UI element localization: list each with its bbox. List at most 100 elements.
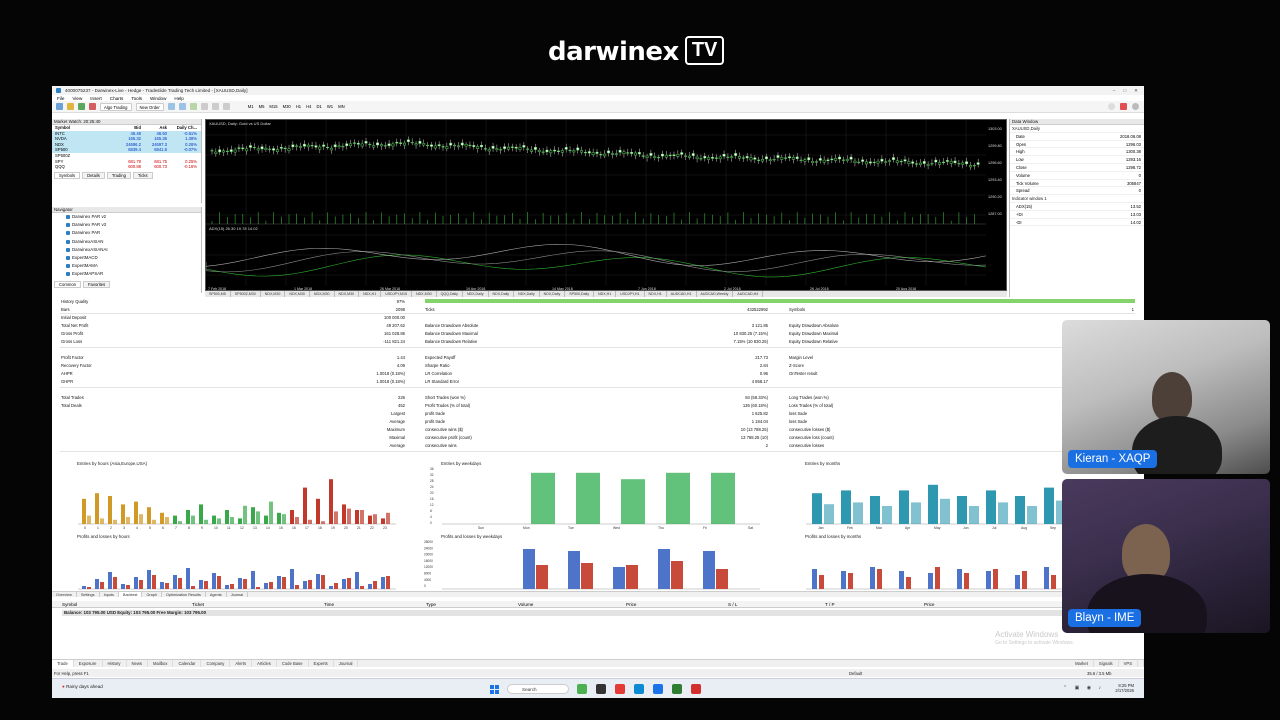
taskbar-clock[interactable]: 8:25 PM 2/17/2026 <box>1115 683 1134 694</box>
timeframe-h4[interactable]: H4 <box>306 104 311 109</box>
navigator-item[interactable]: DarwinexASIANAI <box>52 246 201 254</box>
tab-company[interactable]: Company <box>201 660 231 667</box>
tab-favorites[interactable]: Favorites <box>83 280 111 288</box>
taskbar-search[interactable]: Search <box>507 684 569 694</box>
system-tray-icons[interactable]: ⌃ ▣ ◉ ♪ <box>1063 685 1104 691</box>
menu-insert[interactable]: Insert <box>90 96 102 101</box>
algo-trading-button[interactable]: Algo Trading <box>100 102 132 111</box>
account-icon[interactable] <box>1132 103 1139 110</box>
price-chart[interactable]: 1303.00 1299.80 1296.60 1293.40 1290.20 1287.… <box>205 119 1007 291</box>
tab-journal[interactable]: Journal <box>227 592 249 597</box>
profiles-icon[interactable] <box>67 103 74 110</box>
tab-symbols[interactable]: Symbols <box>54 171 81 179</box>
menu-help[interactable]: Help <box>174 96 183 101</box>
tab-experts[interactable]: Experts <box>309 660 334 667</box>
trade-col-header[interactable]: Price <box>924 602 934 607</box>
tab-journal[interactable]: Journal <box>334 660 359 667</box>
market-watch-icon[interactable] <box>78 103 85 110</box>
link-vps[interactable]: VPS <box>1119 660 1138 667</box>
app-icon-6[interactable] <box>672 684 682 694</box>
app-icon-2[interactable] <box>596 684 606 694</box>
trade-col-header[interactable]: Price <box>626 602 636 607</box>
tab-articles[interactable]: Articles <box>252 660 277 667</box>
trade-col-header[interactable]: T / P <box>825 602 835 607</box>
tab-ticks[interactable]: Ticks <box>132 171 153 179</box>
tab-agents[interactable]: Agents <box>206 592 227 597</box>
timeframe-h1[interactable]: H1 <box>296 104 301 109</box>
edge-icon[interactable] <box>634 684 644 694</box>
report-label: Long Trades (won %) <box>789 395 829 400</box>
hour-entry-bar <box>87 515 91 524</box>
tab-backtest[interactable]: Backtest <box>118 592 143 597</box>
tab-settings[interactable]: Settings <box>77 592 100 597</box>
candle-body <box>661 153 664 157</box>
timeframe-w1[interactable]: W1 <box>327 104 333 109</box>
tab-alerts[interactable]: Alerts <box>230 660 253 667</box>
navigator-item[interactable]: ExpertMAPSAR <box>52 270 201 278</box>
candle-body <box>711 157 714 159</box>
timeframe-m15[interactable]: M15 <box>269 104 277 109</box>
text-tool-icon[interactable] <box>222 103 230 110</box>
timeframe-mn[interactable]: MN <box>338 104 345 109</box>
line-tool-icon[interactable] <box>211 103 219 110</box>
tab-details[interactable]: Details <box>82 171 105 179</box>
menu-file[interactable]: File <box>57 96 64 101</box>
search-icon[interactable] <box>1108 103 1115 110</box>
tab-inputs[interactable]: Inputs <box>100 592 119 597</box>
trade-col-header[interactable]: Volume <box>518 602 533 607</box>
timeframe-m30[interactable]: M30 <box>283 104 291 109</box>
link-market[interactable]: Market <box>1070 660 1094 667</box>
tab-history[interactable]: History <box>103 660 127 667</box>
timeframe-m5[interactable]: M5 <box>259 104 265 109</box>
notifications-icon[interactable] <box>1120 103 1127 110</box>
menu-view[interactable]: View <box>72 96 82 101</box>
tab-mailbox[interactable]: Mailbox <box>148 660 174 667</box>
tab-code-base[interactable]: Code Base <box>277 660 309 667</box>
trade-col-header[interactable]: Symbol <box>62 602 77 607</box>
new-order-button[interactable]: New Order <box>135 102 164 111</box>
tab-calendar[interactable]: Calendar <box>173 660 202 667</box>
tab-trade[interactable]: Trade <box>52 660 74 667</box>
menu-charts[interactable]: Charts <box>110 96 124 101</box>
tab-trading[interactable]: Trading <box>106 171 131 179</box>
close-icon[interactable]: ✕ <box>1134 88 1138 94</box>
app-icon-1[interactable] <box>577 684 587 694</box>
link-signals[interactable]: Signals <box>1094 660 1119 667</box>
navigator-item[interactable]: Darwinex PAR <box>52 229 201 237</box>
navigator-item[interactable]: ExpertMACD <box>52 254 201 262</box>
new-chart-icon[interactable] <box>56 103 63 110</box>
navigator-item[interactable]: Darwinex PAR v3 <box>52 221 201 229</box>
navigator-item[interactable]: Darwinex PAR v2 <box>52 213 201 221</box>
navigator-icon[interactable] <box>89 103 96 110</box>
metatrader-taskbar-icon[interactable] <box>691 684 701 694</box>
app-icon-5[interactable] <box>653 684 663 694</box>
zoom-in-icon[interactable] <box>167 103 175 110</box>
menu-window[interactable]: Window <box>150 96 166 101</box>
navigator-item[interactable]: ExpertMAMA <box>52 262 201 270</box>
trade-col-header[interactable]: Type <box>426 602 436 607</box>
tab-news[interactable]: News <box>127 660 149 667</box>
trade-col-header[interactable]: Time <box>324 602 334 607</box>
candle-body <box>541 151 545 153</box>
app-icon-3[interactable] <box>615 684 625 694</box>
grid-icon[interactable] <box>189 103 197 110</box>
tab-graph[interactable]: Graph <box>142 592 163 597</box>
trade-col-header[interactable]: S / L <box>728 602 737 607</box>
timeframe-m1[interactable]: M1 <box>248 104 254 109</box>
timeframe-d1[interactable]: D1 <box>316 104 321 109</box>
navigator-item[interactable]: DarwinexASIAN <box>52 238 201 246</box>
tab-overview[interactable]: Overview <box>52 592 77 597</box>
tab-exposure[interactable]: Exposure <box>74 660 103 667</box>
minimize-icon[interactable]: – <box>1113 88 1116 94</box>
balance-row[interactable]: Balance: 103 795.00 USD Equity: 103 795.… <box>62 610 1137 616</box>
tab-optimization-results[interactable]: Optimization Results <box>162 592 206 597</box>
table-row[interactable]: QQQ 600.88 600.73 -0.16% <box>52 164 201 170</box>
menu-tools[interactable]: Tools <box>131 96 142 101</box>
start-icon[interactable] <box>490 685 499 694</box>
tab-common[interactable]: Common <box>54 280 81 288</box>
maximize-icon[interactable]: □ <box>1123 88 1126 94</box>
zoom-out-icon[interactable] <box>178 103 186 110</box>
trade-col-header[interactable]: Ticket <box>192 602 204 607</box>
crosshair-icon[interactable] <box>200 103 208 110</box>
weather-widget[interactable]: ● Rainy days ahead <box>62 684 103 689</box>
